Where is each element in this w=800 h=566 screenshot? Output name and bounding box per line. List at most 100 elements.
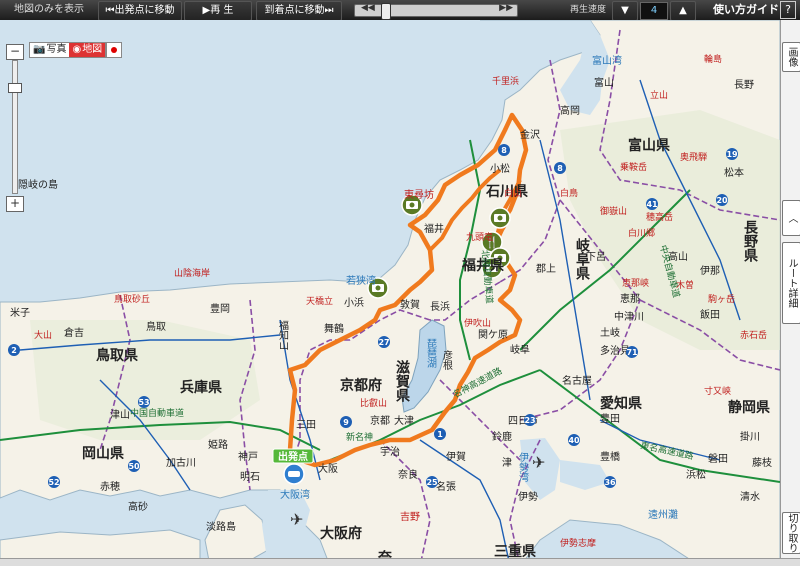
city-tsuruga: 敦賀 — [400, 298, 420, 311]
speed-down-button[interactable]: ▼ — [612, 1, 638, 21]
guide-link[interactable]: 使い方ガイド — [712, 1, 780, 19]
poi-chirihama: 千里浜 — [492, 76, 519, 87]
city-nabari: 名張 — [436, 480, 456, 493]
pref-toyama: 富山県 — [628, 137, 670, 154]
city-toyooka: 豊岡 — [210, 302, 230, 315]
poi-kiso: 木曽 — [676, 279, 694, 291]
airport-icon-chubu: ✈ — [532, 453, 545, 472]
svg-text:53: 53 — [138, 398, 149, 407]
city-hamamatsu: 浜松 — [686, 468, 706, 481]
step-back-icon[interactable]: ◀◀ — [361, 3, 375, 13]
city-nara: 奈良 — [398, 468, 418, 481]
photo-marker-katsuyama[interactable] — [489, 207, 511, 229]
zoom-track[interactable] — [8, 60, 22, 194]
poi-shirotori: 白鳥 — [560, 187, 578, 199]
play-button[interactable]: ▶再 生 — [184, 1, 252, 21]
city-fukuchiyama: 福知山 — [277, 319, 289, 350]
side-tab-cut[interactable]: 切り取り — [782, 512, 800, 554]
poi-akaishi: 赤石岳 — [740, 329, 767, 341]
slider-knob[interactable] — [381, 3, 391, 20]
japan-flag-icon[interactable] — [106, 42, 122, 58]
city-obama: 小浜 — [344, 297, 364, 309]
playback-slider[interactable]: ◀◀ ▶▶ — [354, 3, 518, 20]
mode-map[interactable]: ◉ 地図 — [69, 43, 106, 57]
mode-photo[interactable]: 📷 写真 — [30, 43, 69, 57]
goto-end-label: 到着点に移動 — [264, 5, 325, 16]
svg-text:50: 50 — [128, 462, 140, 471]
city-nakatsugawa: 中津川 — [614, 310, 644, 323]
city-fukui: 福井 — [424, 222, 444, 235]
city-akashi: 明石 — [240, 471, 260, 483]
pref-kyoto: 京都府 — [340, 377, 382, 394]
city-suzuka: 鈴鹿 — [492, 430, 512, 443]
map-only-button[interactable]: 地図のみを表示 — [6, 1, 92, 19]
poi-ise-shima: 伊勢志摩 — [560, 537, 596, 549]
island-awaji: 淡路島 — [206, 520, 236, 533]
zoom-control: − + — [6, 44, 24, 212]
city-hikone: 彦根 — [441, 349, 453, 371]
help-icon[interactable]: ? — [780, 1, 796, 19]
poi-kuzuryu: 九頭竜 — [466, 231, 493, 243]
triangle-up-icon: ▲ — [679, 5, 687, 16]
pref-osaka: 大阪府 — [320, 525, 362, 542]
svg-text:9: 9 — [343, 418, 349, 427]
city-kurayoshi: 倉吉 — [64, 326, 84, 339]
city-fujieda: 藤枝 — [752, 456, 772, 469]
pref-hyogo: 兵庫県 — [180, 379, 222, 396]
city-shimizu: 清水 — [740, 490, 760, 503]
city-kanazawa: 金沢 — [520, 128, 540, 141]
city-uji: 宇治 — [380, 445, 400, 458]
label-ise-bay: 伊勢湾 — [517, 452, 529, 483]
goto-start-button[interactable]: ⏮出発点に移動 — [98, 1, 182, 21]
city-iga: 伊賀 — [446, 451, 466, 463]
svg-text:8: 8 — [501, 146, 507, 155]
bottom-panel-edge — [0, 558, 800, 566]
map-app: 地図のみを表示 ⏮出発点に移動 ▶再 生 到着点に移動⏭ ◀◀ ▶▶ 再生速度 … — [0, 0, 800, 566]
zoom-knob[interactable] — [8, 83, 22, 93]
city-yoshino: 吉野 — [400, 511, 420, 523]
start-marker-label: 出発点 — [278, 450, 308, 463]
play-label: 再 生 — [210, 5, 234, 16]
step-forward-icon[interactable]: ▶▶ — [499, 3, 513, 13]
svg-text:8: 8 — [557, 164, 563, 173]
goto-start-label: 出発点に移動 — [114, 5, 175, 16]
city-osaka: 大阪 — [318, 462, 338, 475]
poi-tottori-dunes: 鳥取砂丘 — [114, 293, 150, 305]
poi-daisen: 大山 — [34, 329, 52, 341]
right-side-panel: 画像 〈 ルート詳細 切り取り — [780, 20, 800, 566]
mode-map-label: 地図 — [82, 44, 103, 55]
zoom-in-button[interactable]: + — [6, 196, 24, 212]
poi-oku-hida: 奥飛騨 — [680, 151, 707, 163]
city-tojimbo: 東尋坊 — [404, 188, 434, 201]
poi-komagatake: 駒ヶ岳 — [708, 293, 735, 305]
side-tab-images[interactable]: 画像 — [782, 42, 800, 72]
poi-sanin-coast: 山陰海岸 — [174, 267, 210, 279]
map-canvas[interactable]: 🍴 出発点 ✈ ✈ 石川県 富山県 岐阜県 長野県 福井県 鳥取県 兵庫県 京都… — [0, 20, 780, 566]
svg-text:27: 27 — [378, 338, 389, 347]
city-ena: 恵那 — [620, 292, 640, 305]
speed-up-button[interactable]: ▲ — [670, 1, 696, 21]
poi-norikura: 乗鞍岳 — [620, 161, 647, 173]
triangle-down-icon: ▼ — [621, 5, 629, 16]
svg-text:25: 25 — [426, 478, 438, 487]
city-toyota: 豊田 — [600, 412, 620, 425]
svg-text:40: 40 — [568, 436, 580, 445]
poi-ibuki: 伊吹山 — [464, 317, 491, 329]
map-svg[interactable]: 🍴 出発点 ✈ ✈ 石川県 富山県 岐阜県 長野県 福井県 鳥取県 兵庫県 京都… — [0, 20, 780, 566]
city-iwata: 磐田 — [708, 452, 728, 465]
city-toyama: 富山 — [594, 76, 614, 89]
side-tab-collapse[interactable]: 〈 — [782, 200, 800, 236]
city-himeji: 姫路 — [208, 438, 228, 451]
speed-label: 再生速度 — [569, 5, 606, 15]
city-sekigahara: 関ケ原 — [478, 329, 508, 341]
city-nagano: 長野 — [734, 79, 754, 91]
city-komatsu: 小松 — [490, 162, 510, 175]
svg-text:41: 41 — [646, 200, 658, 209]
pref-nagano: 長野県 — [742, 220, 758, 263]
label-enshu-nada: 遠州灘 — [648, 508, 678, 521]
zoom-out-button[interactable]: − — [6, 44, 24, 60]
side-tab-route-detail[interactable]: ルート詳細 — [782, 242, 800, 324]
goto-end-button[interactable]: 到着点に移動⏭ — [256, 1, 342, 21]
poi-hotaka: 穂高岳 — [646, 211, 673, 223]
city-gifu: 岐阜 — [510, 343, 530, 356]
